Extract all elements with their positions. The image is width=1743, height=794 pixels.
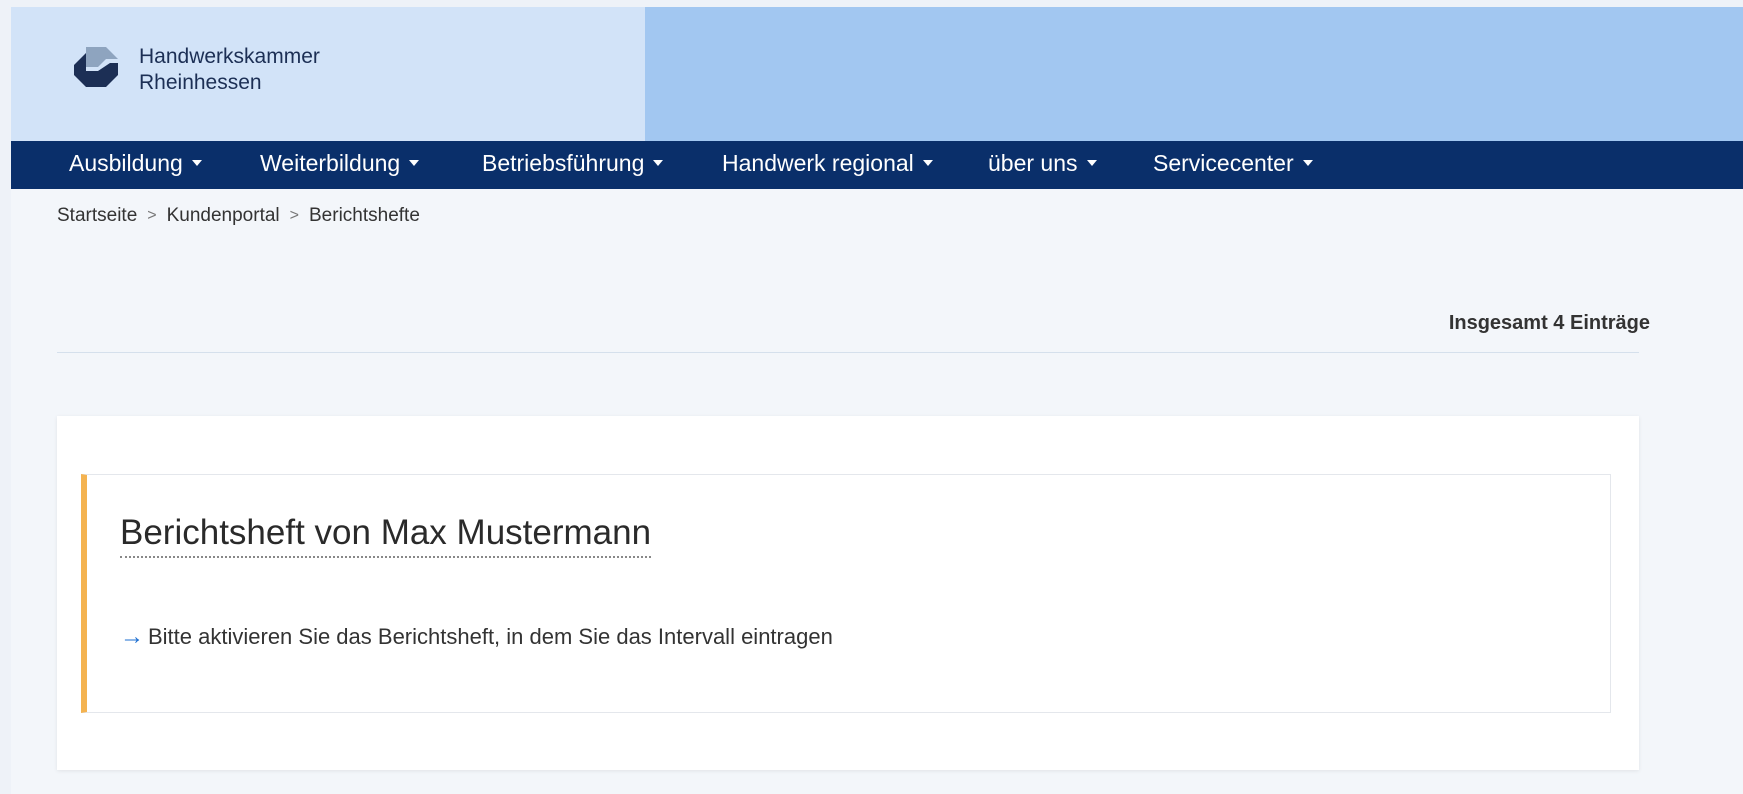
- breadcrumb-separator: >: [147, 207, 157, 224]
- header-brand-area: Handwerkskammer Rheinhessen: [11, 7, 645, 141]
- list-item: Berichtsheft von Max Mustermann → Bitte …: [81, 474, 1611, 713]
- divider: [57, 352, 1639, 353]
- arrow-right-icon: →: [120, 623, 144, 650]
- nav-item-label: Servicecenter: [1153, 150, 1294, 176]
- entry-title-link[interactable]: Berichtsheft von Max Mustermann: [120, 513, 652, 558]
- breadcrumb-separator: >: [289, 207, 299, 224]
- breadcrumb-kundenportal[interactable]: Kundenportal: [167, 205, 280, 227]
- nav-item-ausbildung[interactable]: Ausbildung: [69, 150, 202, 177]
- nav-item-servicecenter[interactable]: Servicecenter: [1153, 150, 1313, 177]
- entry-hint: → Bitte aktivieren Sie das Berichtsheft,…: [120, 623, 833, 651]
- caret-down-icon: [1086, 159, 1097, 166]
- hwk-logo-icon: [72, 43, 120, 96]
- caret-down-icon: [653, 159, 664, 166]
- caret-down-icon: [409, 159, 420, 166]
- header-banner: [645, 7, 1743, 141]
- entries-card: Berichtsheft von Max Mustermann → Bitte …: [57, 416, 1639, 770]
- logo-line2: Rheinhessen: [139, 71, 262, 94]
- caret-down-icon: [922, 159, 933, 166]
- breadcrumb-startseite[interactable]: Startseite: [57, 205, 137, 227]
- nav-item-label: Betriebsführung: [482, 150, 645, 176]
- nav-item-label: Ausbildung: [69, 150, 183, 176]
- nav-item-handwerk-regional[interactable]: Handwerk regional: [722, 150, 933, 177]
- logo-text: Handwerkskammer Rheinhessen: [139, 44, 320, 96]
- caret-down-icon: [191, 159, 202, 166]
- nav-item-weiterbildung[interactable]: Weiterbildung: [260, 150, 420, 177]
- breadcrumb-berichtshefte: Berichtshefte: [309, 205, 420, 226]
- caret-down-icon: [1302, 159, 1313, 166]
- entry-count: Insgesamt 4 Einträge: [1448, 312, 1650, 334]
- nav-item-label: Weiterbildung: [260, 150, 401, 176]
- entry-hint-text: Bitte aktivieren Sie das Berichtsheft, i…: [148, 624, 833, 649]
- breadcrumb: Startseite > Kundenportal > Berichtsheft…: [57, 205, 420, 227]
- nav-item-label: über uns: [988, 150, 1078, 176]
- logo[interactable]: Handwerkskammer Rheinhessen: [72, 43, 320, 96]
- main-navigation: Ausbildung Weiterbildung Betriebsführung…: [11, 141, 1743, 189]
- logo-line1: Handwerkskammer: [139, 45, 320, 68]
- nav-item-label: Handwerk regional: [722, 150, 914, 176]
- nav-item-betriebsfuehrung[interactable]: Betriebsführung: [482, 150, 664, 177]
- nav-item-ueber-uns[interactable]: über uns: [988, 150, 1097, 177]
- site-header: Handwerkskammer Rheinhessen: [11, 7, 1743, 141]
